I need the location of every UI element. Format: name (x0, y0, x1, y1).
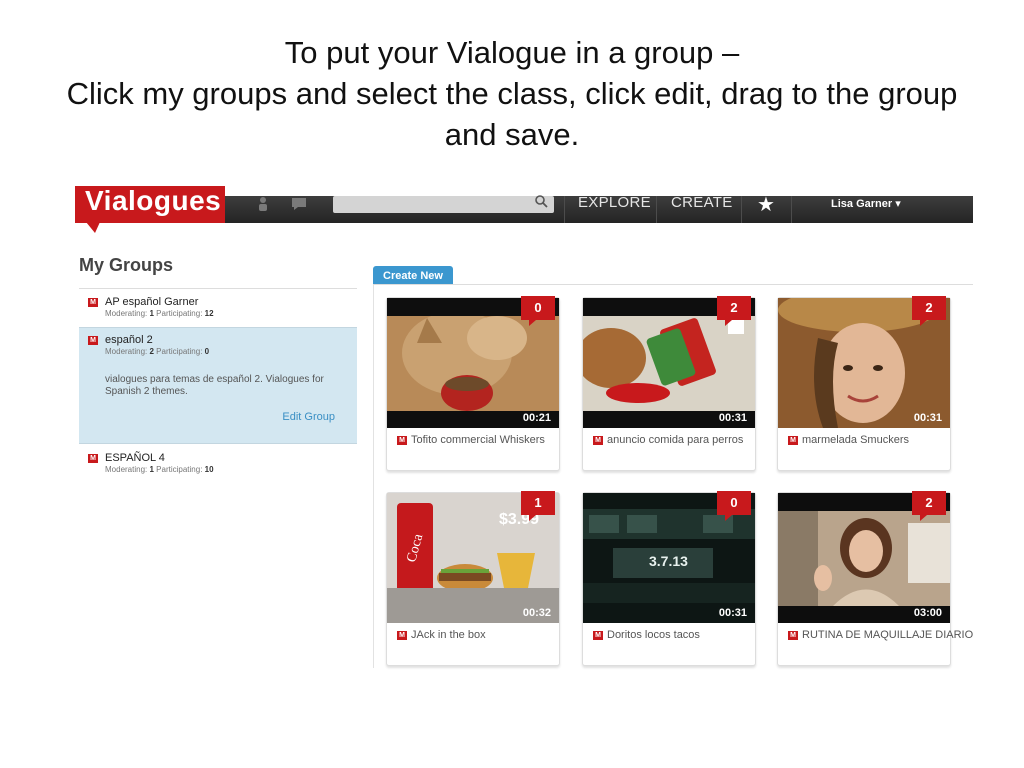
slide-title: To put your Vialogue in a group – Click … (60, 32, 964, 155)
divider (373, 285, 374, 668)
vialogue-card[interactable]: 03:00 2 M RUTINA DE MAQUILLAJE DIARIO (777, 491, 973, 666)
video-duration: 00:31 (718, 607, 747, 619)
vialogue-card[interactable]: 00:31 2 Mmarmelada Smuckers (777, 296, 951, 471)
divider (79, 288, 357, 289)
vialogue-card[interactable]: 00:21 0 M Tofito commercial Whiskers (386, 296, 560, 471)
group-name[interactable]: AP español Garner (105, 296, 357, 308)
vialogues-logo[interactable]: Vialogues (75, 186, 225, 223)
moderator-badge: M (88, 298, 98, 307)
vialogue-card[interactable]: 3.7.13 00:31 0 M Doritos locos tacos (582, 491, 756, 666)
people-icon[interactable] (252, 196, 274, 218)
comment-count-badge: 0 (717, 491, 751, 521)
nav-link-explore[interactable]: EXPLORE (578, 195, 651, 223)
nav-separator (564, 196, 565, 223)
video-duration: 00:32 (522, 607, 551, 619)
user-menu[interactable]: Lisa Garner ▾ (831, 197, 901, 210)
comment-count-badge: 0 (521, 296, 555, 326)
card-title[interactable]: M Tofito commercial Whiskers (397, 434, 545, 446)
bus-sign: 3.7.13 (649, 553, 688, 569)
moderator-badge: M (88, 336, 98, 345)
group-meta: Moderating: 1 Participating: 12 (105, 309, 214, 318)
group-item-espanol-4[interactable]: M ESPAÑOL 4 Moderating: 1 Participating:… (79, 446, 357, 482)
moderator-badge: M (788, 630, 798, 640)
nav-separator (656, 196, 657, 223)
nav-separator (741, 196, 742, 223)
moderator-badge: M (397, 630, 407, 640)
nav-link-create[interactable]: CREATE (671, 195, 733, 223)
comment-count-badge: 1 (521, 491, 555, 521)
search-input[interactable] (333, 195, 554, 213)
edit-group-link[interactable]: Edit Group (282, 411, 335, 423)
search-icon[interactable] (535, 195, 548, 211)
vialogue-card[interactable]: 00:31 2 Manuncio comida para perros (582, 296, 756, 471)
card-title[interactable]: M JAck in the box (397, 629, 486, 641)
vialogue-card[interactable]: Coca $3.99 00:32 1 M JAck in the box (386, 491, 560, 666)
card-title[interactable]: Manuncio comida para perros (593, 434, 743, 446)
divider (373, 284, 973, 285)
card-title[interactable]: Mmarmelada Smuckers (788, 434, 909, 446)
create-new-tab[interactable]: Create New (373, 266, 453, 285)
group-name[interactable]: español 2 (105, 334, 357, 346)
slide-title-line-2: Click my groups and select the class, cl… (66, 76, 958, 152)
video-duration: 00:31 (913, 412, 942, 424)
my-groups-heading: My Groups (79, 255, 174, 275)
group-meta: Moderating: 1 Participating: 10 (105, 465, 214, 474)
group-item-ap-espanol-garner[interactable]: M AP español Garner Moderating: 1 Partic… (79, 290, 357, 326)
star-icon[interactable]: ★ (757, 192, 775, 217)
card-title[interactable]: M Doritos locos tacos (593, 629, 700, 641)
video-duration: 03:00 (913, 607, 942, 619)
video-duration: 00:21 (522, 412, 551, 424)
group-meta: Moderating: 2 Participating: 0 (105, 347, 210, 356)
comment-count-badge: 2 (912, 296, 946, 326)
moderator-badge: M (593, 630, 603, 640)
logo-tail-icon (86, 222, 100, 233)
comment-count-badge: 2 (912, 491, 946, 521)
moderator-badge: M (593, 435, 603, 445)
group-description: vialogues para temas de español 2. Vialo… (105, 374, 324, 397)
moderator-badge: M (88, 454, 98, 463)
nav-separator (791, 196, 792, 223)
group-name[interactable]: ESPAÑOL 4 (105, 452, 357, 464)
comment-count-badge: 2 (717, 296, 751, 326)
moderator-badge: M (397, 435, 407, 445)
moderator-badge: M (788, 435, 798, 445)
video-duration: 00:31 (718, 412, 747, 424)
slide-title-line-1: To put your Vialogue in a group – (284, 35, 740, 70)
card-title[interactable]: M RUTINA DE MAQUILLAJE DIARIO (788, 629, 973, 641)
group-item-espanol-2[interactable]: M español 2 Moderating: 2 Participating:… (79, 327, 357, 444)
comment-icon[interactable] (288, 196, 310, 218)
